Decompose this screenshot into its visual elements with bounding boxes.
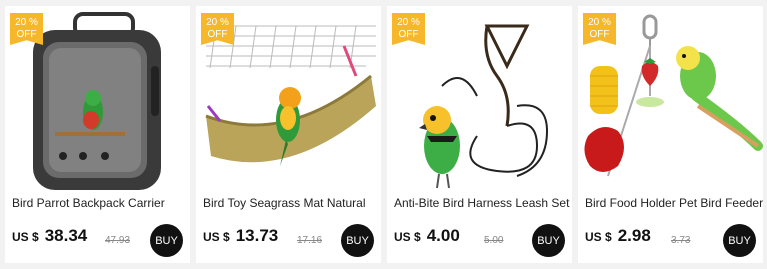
product-card[interactable]: 20 % OFF Bird Toy Seagrass Mat Natural U…: [196, 6, 381, 263]
original-price: 17.16: [297, 235, 323, 246]
buy-button[interactable]: BUY: [723, 224, 756, 257]
discount-badge: 20 % OFF: [583, 13, 616, 45]
current-price: 38.34: [44, 226, 88, 245]
discount-off-label: OFF: [589, 29, 610, 40]
discount-percent: 20 %: [206, 17, 229, 28]
original-price: 3.73: [671, 235, 691, 246]
current-price: 13.73: [235, 226, 279, 245]
product-grid: 20 % OFF Bird Parrot Backpack Carrier US…: [5, 6, 763, 263]
buy-button[interactable]: BUY: [532, 224, 565, 257]
discount-off-label: OFF: [398, 29, 419, 40]
buy-button[interactable]: BUY: [150, 224, 183, 257]
product-card[interactable]: 20 % OFF Bird Parrot Backpack Carrier US…: [5, 6, 190, 263]
discount-percent: 20 %: [15, 17, 38, 28]
currency: US $: [12, 230, 39, 244]
product-title[interactable]: Anti-Bite Bird Harness Leash Set: [394, 196, 572, 210]
price: US $ 38.34: [12, 226, 87, 246]
current-price: 2.98: [617, 226, 651, 245]
product-title[interactable]: Bird Parrot Backpack Carrier: [12, 196, 190, 210]
discount-off-label: OFF: [16, 29, 37, 40]
buy-button[interactable]: BUY: [341, 224, 374, 257]
product-card[interactable]: 20 % OFF Anti-Bite Bird Harness Leash Se…: [387, 6, 572, 263]
discount-off-label: OFF: [207, 29, 228, 40]
discount-badge: 20 % OFF: [201, 13, 234, 45]
product-title[interactable]: Bird Food Holder Pet Bird Feeder: [585, 196, 763, 210]
discount-percent: 20 %: [397, 17, 420, 28]
product-title[interactable]: Bird Toy Seagrass Mat Natural: [203, 196, 381, 210]
product-card[interactable]: 20 % OFF Bird Food Holder Pet Bird Feede…: [578, 6, 763, 263]
currency: US $: [585, 230, 612, 244]
original-price: 47.93: [105, 235, 131, 246]
price: US $ 4.00: [394, 226, 460, 246]
price: US $ 2.98: [585, 226, 651, 246]
discount-percent: 20 %: [588, 17, 611, 28]
price: US $ 13.73: [203, 226, 278, 246]
discount-badge: 20 % OFF: [10, 13, 43, 45]
currency: US $: [203, 230, 230, 244]
current-price: 4.00: [426, 226, 460, 245]
discount-badge: 20 % OFF: [392, 13, 425, 45]
currency: US $: [394, 230, 421, 244]
original-price: 5.00: [484, 235, 504, 246]
